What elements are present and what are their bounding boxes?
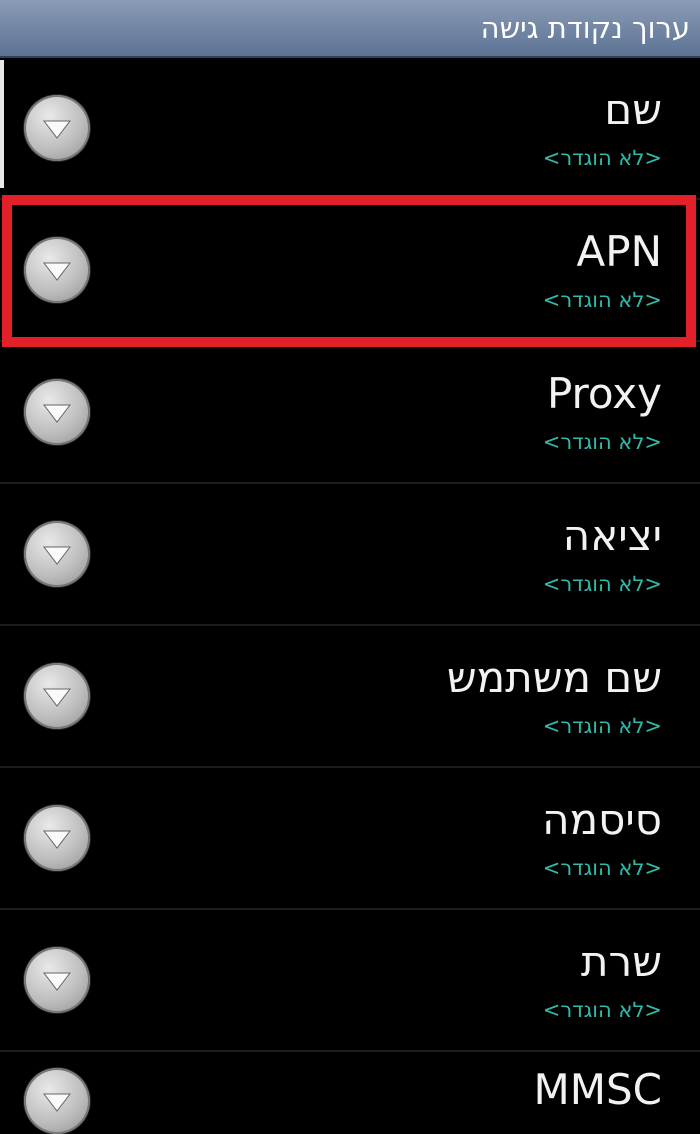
dropdown-arrow-icon[interactable] — [24, 663, 90, 729]
dropdown-arrow-icon[interactable] — [24, 521, 90, 587]
list-item-label: Proxy — [546, 369, 662, 418]
list-item-server[interactable]: שרת <לא הוגדר> — [0, 910, 700, 1052]
list-item-label: שם משתמש — [446, 653, 662, 702]
list-item-proxy[interactable]: Proxy <לא הוגדר> — [0, 342, 700, 484]
list-item-value: <לא הוגדר> — [542, 146, 662, 170]
list-item-value: <לא הוגדר> — [542, 998, 662, 1022]
list-item-name[interactable]: שם <לא הוגדר> — [0, 58, 700, 200]
list-item-label: יציאה — [562, 511, 662, 560]
dropdown-arrow-icon[interactable] — [24, 1068, 90, 1134]
list-item-username[interactable]: שם משתמש <לא הוגדר> — [0, 626, 700, 768]
list-item-label: סיסמה — [542, 795, 662, 844]
dropdown-arrow-icon[interactable] — [24, 95, 90, 161]
list-item-value: <לא הוגדר> — [542, 714, 662, 738]
title-bar: ערוך נקודת גישה — [0, 0, 700, 58]
list-item-label: שם — [604, 85, 662, 134]
list-item-value: <לא הוגדר> — [542, 572, 662, 596]
list-item-label: שרת — [580, 937, 662, 986]
list-item-value: <לא הוגדר> — [542, 430, 662, 454]
apn-highlight-box — [2, 195, 696, 347]
list-item-label: MMSC — [533, 1065, 662, 1114]
dropdown-arrow-icon[interactable] — [24, 805, 90, 871]
list-item-value: <לא הוגדר> — [542, 856, 662, 880]
dropdown-arrow-icon[interactable] — [24, 947, 90, 1013]
list-item-password[interactable]: סיסמה <לא הוגדר> — [0, 768, 700, 910]
page-title: ערוך נקודת גישה — [480, 11, 690, 45]
dropdown-arrow-icon[interactable] — [24, 379, 90, 445]
list-item-mmsc[interactable]: MMSC — [0, 1052, 700, 1134]
list-item-port[interactable]: יציאה <לא הוגדר> — [0, 484, 700, 626]
